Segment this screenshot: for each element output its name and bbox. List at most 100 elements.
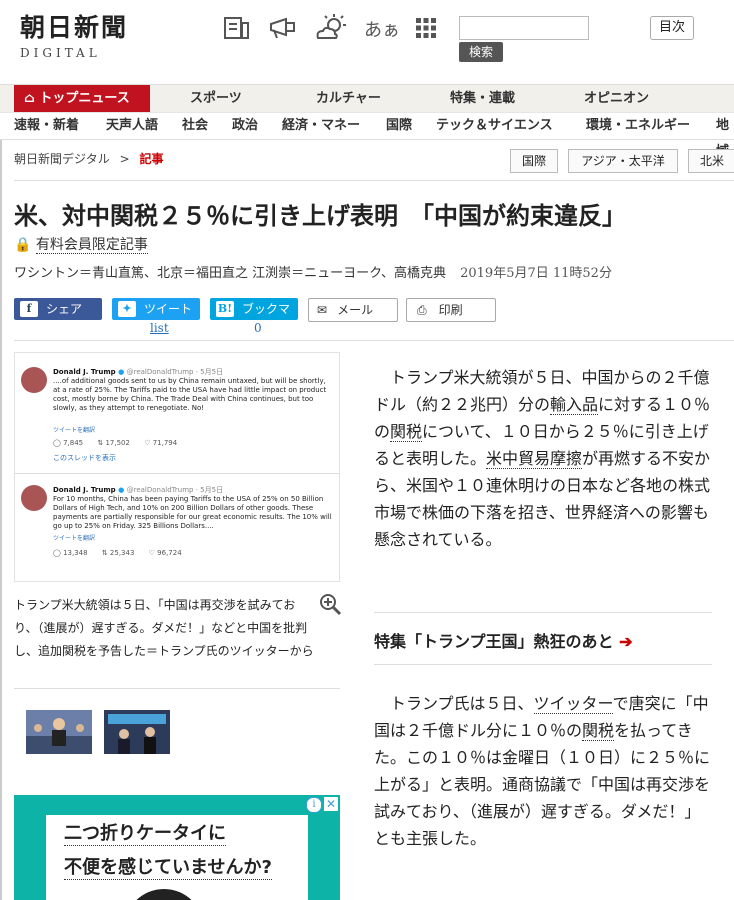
article-headline: 米、対中関税２５％に引き上げ表明 「中国が約束違反」: [14, 201, 626, 230]
nav-tech[interactable]: テック＆サイエンス: [436, 113, 553, 139]
like-icon: ♡: [148, 549, 155, 557]
ad-close-icon[interactable]: ✕: [324, 797, 338, 811]
header-divider: [14, 180, 734, 181]
left-edge-border: [0, 138, 2, 900]
reply-icon: ◯: [53, 549, 61, 557]
avatar: [21, 367, 47, 393]
caption-divider: [14, 688, 340, 689]
article-paragraph-2: トランプ氏は５日、ツイッターで唐突に「中国は２千億ドル分に１０％の関税を払ってき…: [374, 694, 711, 848]
primary-nav: ⌂ トップニュース スポーツ カルチャー 特集・連載 オピニオン: [0, 84, 734, 113]
twitter-count[interactable]: list: [150, 321, 169, 335]
advertisement[interactable]: 二つ折りケータイに 不便を感じていませんか? i ✕: [14, 795, 340, 900]
retweet-count: 25,343: [109, 549, 135, 557]
reply-count: 7,845: [63, 439, 84, 447]
mail-icon: ✉: [317, 303, 328, 317]
font-size-icon[interactable]: あぁ: [364, 16, 400, 42]
article-paragraph-1: トランプ米大統領が５日、中国からの２千億ドル（約２２兆円）分の輸入品に対する１０…: [374, 368, 711, 549]
menu-grid-icon[interactable]: [414, 14, 438, 42]
nav-environment[interactable]: 環境・エネルギー: [586, 113, 690, 139]
keyword-link[interactable]: 輸入品: [550, 395, 599, 415]
tweet-handle: @realDonaldTrump · 5月5日: [126, 368, 224, 376]
nav-economy[interactable]: 経済・マネー: [282, 113, 360, 139]
home-icon: ⌂: [24, 91, 40, 106]
contents-button[interactable]: 目次: [650, 16, 694, 40]
feature-divider-top: [374, 612, 712, 613]
hatena-count[interactable]: 0: [254, 321, 262, 335]
mail-button[interactable]: ✉ メール: [308, 298, 398, 322]
ad-text-line2: 不便を感じていませんか?: [64, 853, 272, 880]
retweet-count: 17,502: [105, 439, 130, 447]
article-date: 2019年5月7日 11時52分: [460, 266, 612, 281]
photo-thumbnail-2[interactable]: [104, 710, 170, 754]
nav-international[interactable]: 国際: [386, 113, 412, 139]
nav-opinion[interactable]: オピニオン: [584, 85, 649, 113]
members-only-label: 🔒 有料会員限定記事: [14, 237, 148, 254]
tweet-image[interactable]: Donald J. Trump ● @realDonaldTrump · 5月5…: [14, 352, 340, 582]
tweet-author: Donald J. Trump: [53, 486, 116, 494]
nav-politics[interactable]: 政治: [232, 113, 258, 139]
verified-icon: ●: [118, 486, 125, 494]
feature-divider-bottom: [374, 664, 712, 665]
weather-icon[interactable]: [314, 14, 348, 42]
translate-link: ツイートを翻訳: [53, 535, 96, 542]
reply-count: 13,348: [63, 549, 88, 557]
tweet-handle: @realDonaldTrump · 5月5日: [126, 486, 224, 494]
hatena-icon: B!: [216, 301, 234, 317]
tweet-author: Donald J. Trump: [53, 368, 116, 376]
zoom-icon[interactable]: [318, 592, 342, 616]
like-count: 71,794: [152, 439, 178, 447]
photo-thumbnail-1[interactable]: [26, 710, 92, 754]
thread-link: このスレッドを表示: [53, 454, 116, 462]
photo-caption: トランプ米大統領は５日、「中国は再交渉を試みており、（進展が）遅すぎる。ダメだ！…: [14, 598, 314, 658]
nav-breaking[interactable]: 速報・新着: [14, 113, 79, 139]
nav-regional[interactable]: 地域: [716, 113, 734, 159]
like-icon: ♡: [144, 439, 151, 447]
lock-icon: 🔒: [14, 237, 32, 253]
avatar: [21, 485, 47, 511]
nav-tenseijingo[interactable]: 天声人語: [106, 113, 158, 139]
search-button[interactable]: 検索: [459, 42, 503, 62]
nav-sports[interactable]: スポーツ: [190, 85, 242, 113]
print-button[interactable]: ⎙ 印刷: [406, 298, 496, 322]
retweet-icon: ⇅: [101, 549, 108, 557]
tag-asia-pacific[interactable]: アジア・太平洋: [568, 149, 678, 173]
translate-link: ツイートを翻訳: [53, 427, 96, 434]
tag-international[interactable]: 国際: [510, 149, 558, 173]
keyword-link[interactable]: 米中貿易摩擦: [486, 449, 583, 469]
nav-society[interactable]: 社会: [182, 113, 208, 139]
tweet-text: For 10 months, China has been paying Tar…: [53, 495, 332, 530]
breadcrumb-home[interactable]: 朝日新聞デジタル: [14, 152, 110, 166]
nav-features[interactable]: 特集・連載: [450, 85, 515, 113]
twitter-icon: ✦: [118, 301, 136, 317]
nav-culture[interactable]: カルチャー: [316, 85, 381, 113]
hatena-bookmark-button[interactable]: B! ブックマーク: [210, 298, 298, 338]
tweet-text: ....of additional goods sent to us by Ch…: [53, 377, 327, 412]
logo-japanese: 朝日新聞: [20, 13, 129, 42]
keyword-link[interactable]: ツイッター: [533, 694, 613, 714]
search-input[interactable]: [459, 16, 589, 40]
keyword-link[interactable]: 関税: [582, 721, 615, 741]
share-divider: [14, 340, 734, 341]
print-icon: ⎙: [417, 303, 427, 317]
twitter-share-button[interactable]: ✦ ツイート: [112, 298, 200, 320]
megaphone-icon[interactable]: [268, 14, 298, 42]
breadcrumb: 朝日新聞デジタル > 記事: [14, 150, 164, 167]
breadcrumb-current: 記事: [139, 152, 164, 166]
breadcrumb-separator: >: [119, 152, 130, 166]
ad-info-icon[interactable]: i: [306, 797, 322, 813]
article-byline: ワシントン＝青山直篤、北京＝福田直之 江渕崇＝ニューヨーク、高橋克典 2019年…: [14, 266, 612, 281]
verified-icon: ●: [118, 368, 125, 376]
like-count: 96,724: [157, 549, 182, 557]
feature-link[interactable]: 特集「トランプ王国」熱狂のあと ➔: [374, 628, 633, 652]
nav-top-news[interactable]: ⌂ トップニュース: [14, 85, 150, 113]
retweet-icon: ⇅: [97, 439, 104, 447]
tag-north-america[interactable]: 北米: [688, 149, 734, 173]
arrow-right-icon: ➔: [619, 632, 633, 651]
site-logo[interactable]: 朝日新聞 DIGITAL: [20, 8, 160, 60]
reply-icon: ◯: [53, 439, 61, 447]
secondary-nav: 速報・新着 天声人語 社会 政治 経済・マネー 国際 テック＆サイエンス 環境・…: [0, 112, 734, 159]
ad-text-line1: 二つ折りケータイに: [64, 819, 226, 846]
newspaper-icon[interactable]: [222, 14, 252, 42]
facebook-share-button[interactable]: f シェア: [14, 298, 102, 320]
keyword-link[interactable]: 関税: [390, 422, 423, 442]
